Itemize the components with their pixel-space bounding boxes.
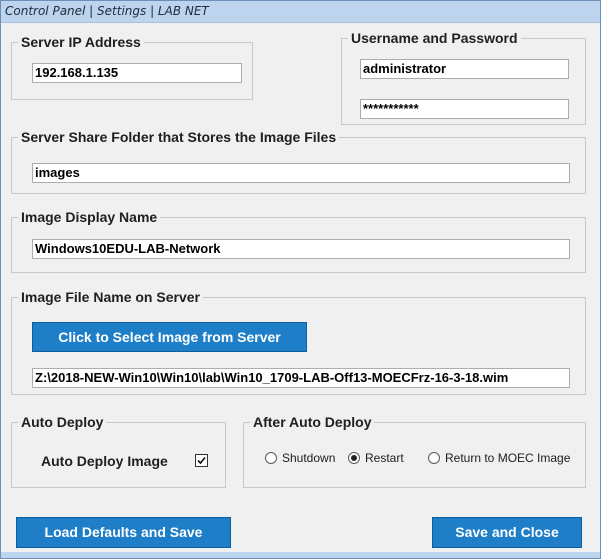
select-image-button[interactable]: Click to Select Image from Server: [32, 322, 307, 352]
radio-restart[interactable]: Restart: [348, 451, 404, 465]
auto-deploy-legend: Auto Deploy: [18, 413, 107, 431]
radio-shutdown-label: Shutdown: [282, 451, 336, 465]
radio-return-moec-button[interactable]: [428, 452, 440, 464]
radio-shutdown[interactable]: Shutdown: [265, 451, 335, 465]
auto-deploy-label: Auto Deploy Image: [41, 453, 168, 469]
auto-deploy-group: Auto Deploy Auto Deploy Image: [11, 413, 226, 488]
check-icon: [197, 456, 206, 465]
image-path-input[interactable]: Z:\2018-NEW-Win10\Win10\lab\Win10_1709-L…: [32, 368, 570, 388]
image-file-group: Image File Name on Server Click to Selec…: [11, 288, 586, 395]
display-name-input[interactable]: Windows10EDU-LAB-Network: [32, 239, 570, 259]
credentials-group: Username and Password administrator ****…: [341, 29, 586, 125]
radio-shutdown-button[interactable]: [265, 452, 277, 464]
settings-window: Control Panel | Settings | LAB NET Serve…: [0, 0, 601, 559]
after-deploy-legend: After Auto Deploy: [250, 413, 375, 431]
radio-restart-button[interactable]: [348, 452, 360, 464]
save-close-button[interactable]: Save and Close: [432, 517, 582, 548]
auto-deploy-checkbox[interactable]: [195, 454, 208, 467]
credentials-legend: Username and Password: [348, 29, 521, 47]
username-input[interactable]: administrator: [360, 59, 569, 79]
share-folder-group: Server Share Folder that Stores the Imag…: [11, 128, 586, 194]
display-name-group: Image Display Name Windows10EDU-LAB-Netw…: [11, 208, 586, 273]
radio-restart-label: Restart: [365, 451, 404, 465]
server-ip-input[interactable]: 192.168.1.135: [32, 63, 242, 83]
settings-content: Server IP Address 192.168.1.135 Username…: [1, 23, 600, 552]
server-ip-group: Server IP Address 192.168.1.135: [11, 33, 253, 100]
radio-return-moec[interactable]: Return to MOEC Image: [428, 451, 570, 465]
share-folder-legend: Server Share Folder that Stores the Imag…: [18, 128, 340, 146]
load-defaults-button[interactable]: Load Defaults and Save: [16, 517, 231, 548]
radio-return-moec-label: Return to MOEC Image: [445, 451, 571, 465]
display-name-legend: Image Display Name: [18, 208, 161, 226]
window-title: Control Panel | Settings | LAB NET: [5, 4, 209, 18]
server-ip-legend: Server IP Address: [18, 33, 144, 51]
password-input[interactable]: ***********: [360, 99, 569, 119]
image-file-legend: Image File Name on Server: [18, 288, 203, 306]
share-folder-input[interactable]: images: [32, 163, 570, 183]
window-bottom-border: [1, 552, 600, 558]
title-bar[interactable]: Control Panel | Settings | LAB NET: [1, 1, 600, 23]
after-deploy-group: After Auto Deploy Shutdown Restart Retur…: [243, 413, 586, 488]
